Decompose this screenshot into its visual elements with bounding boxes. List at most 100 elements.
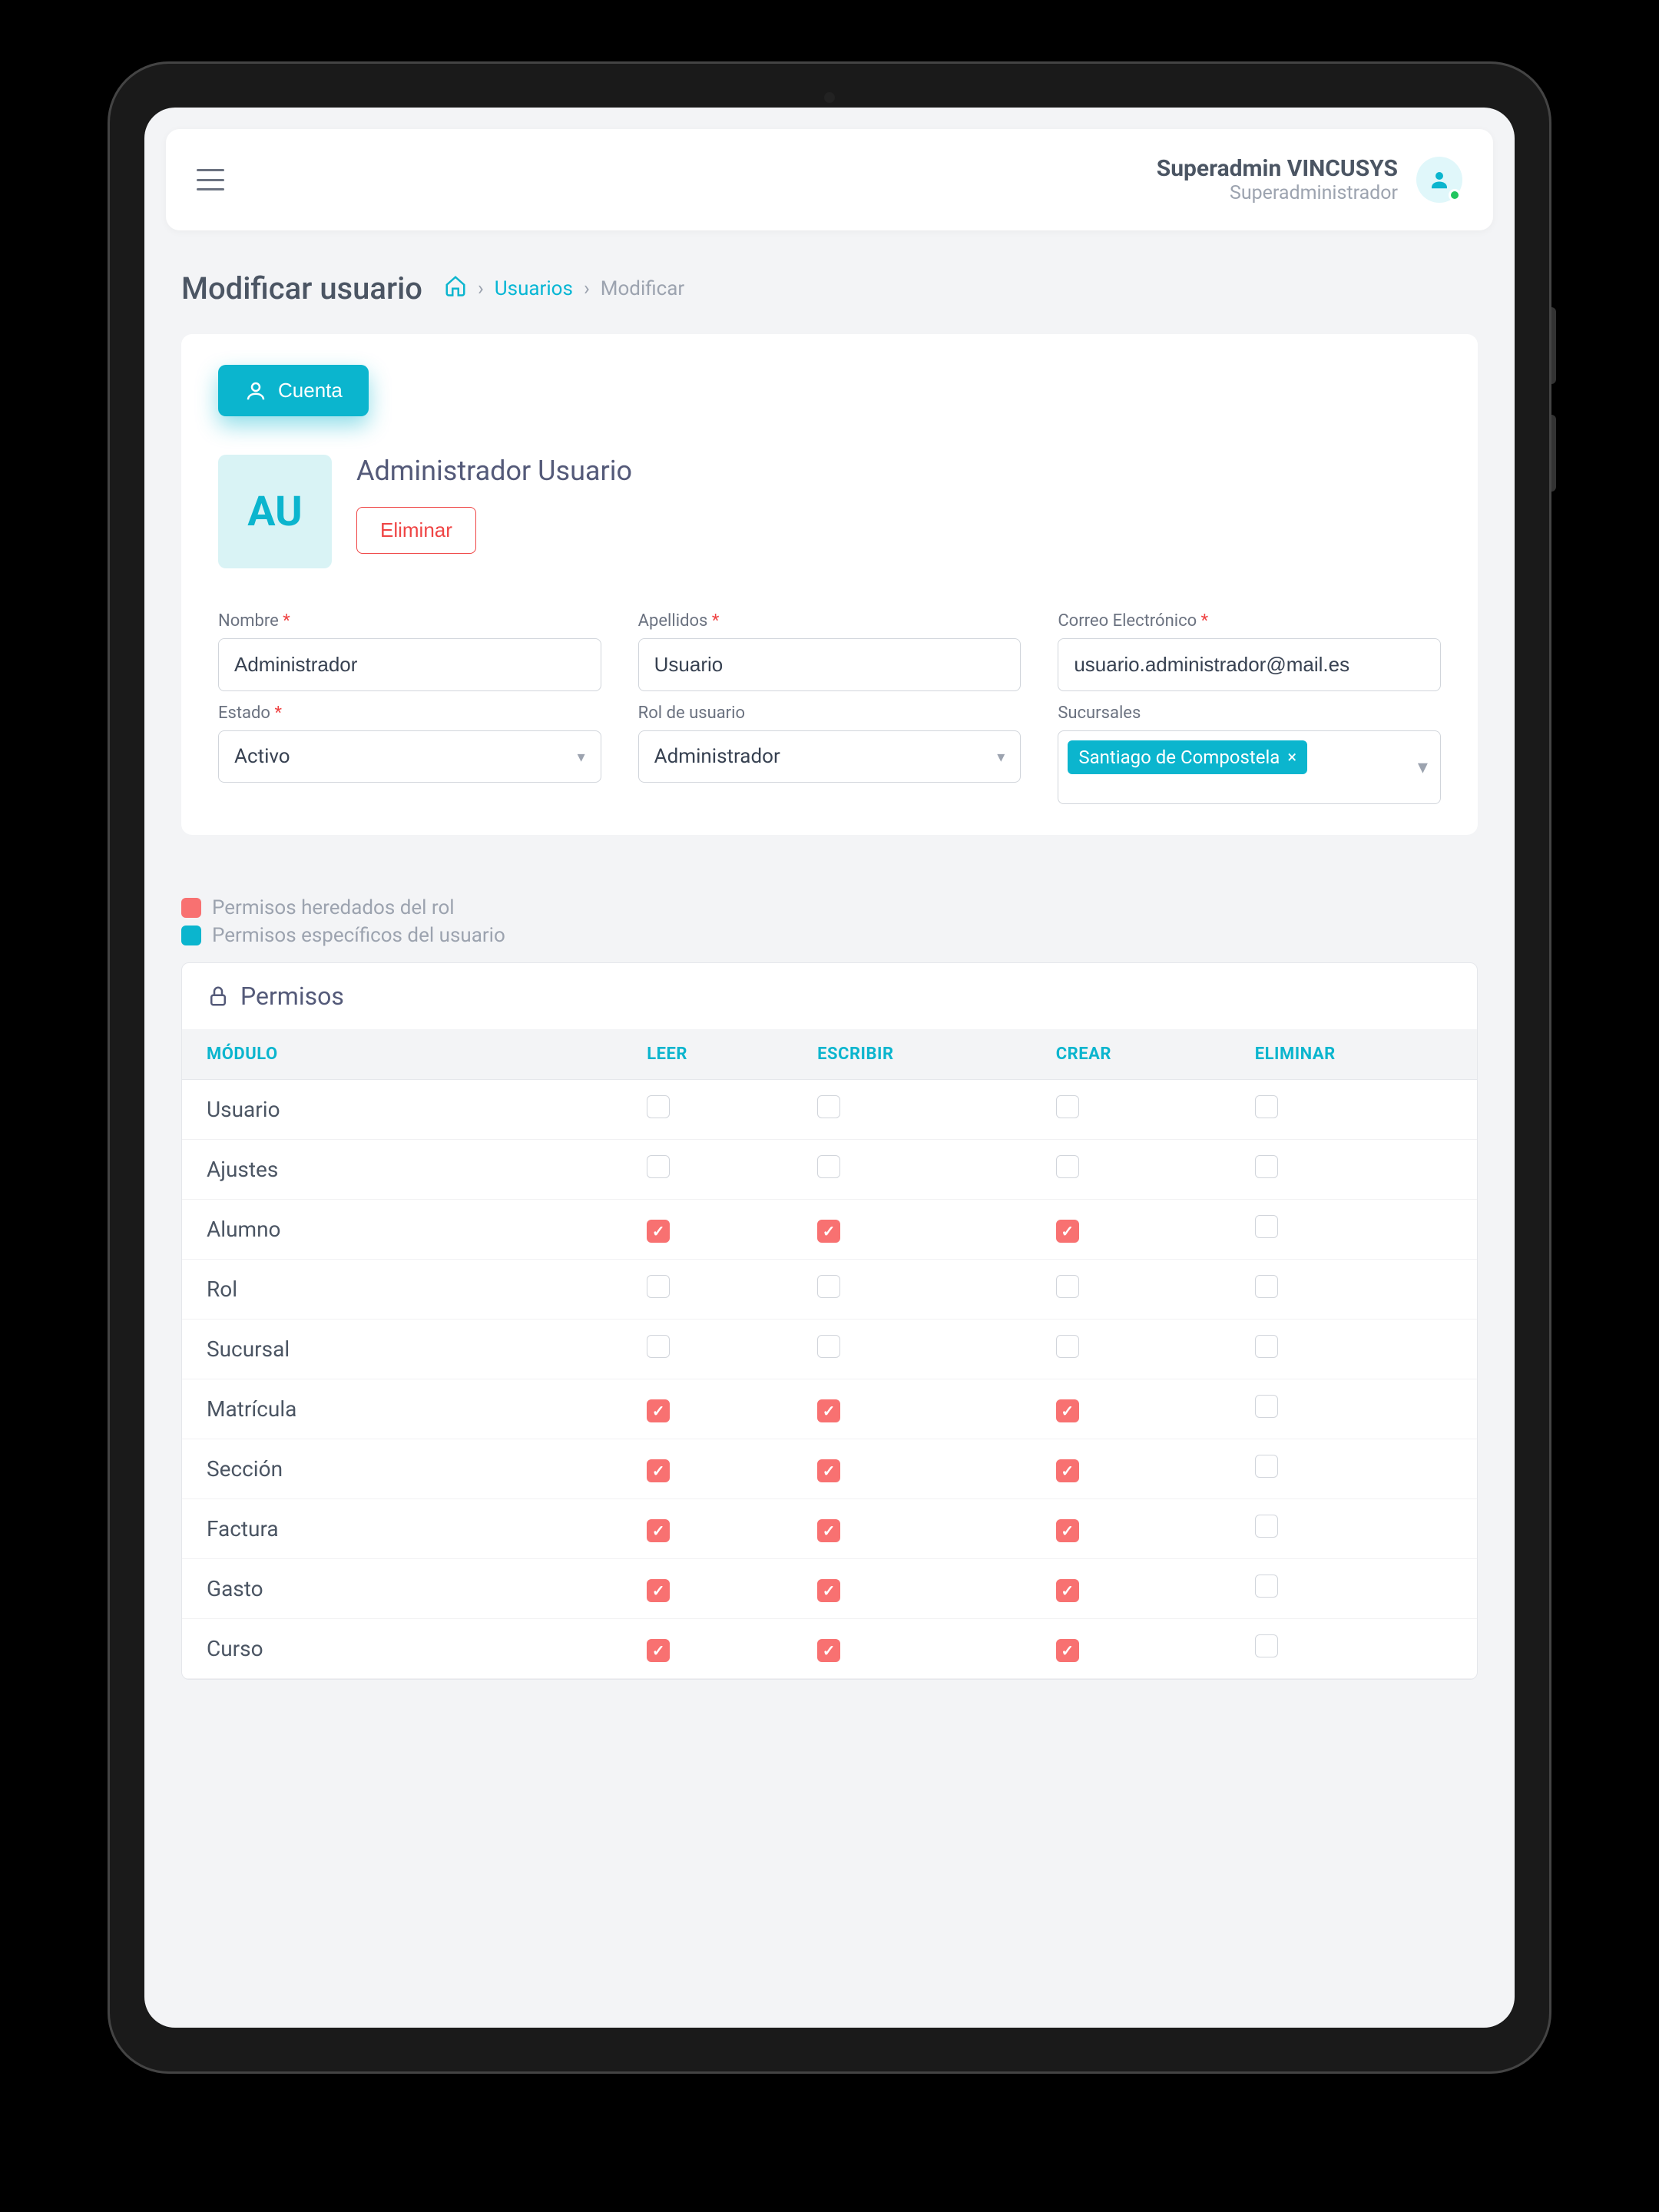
checkbox-crear[interactable] — [1056, 1335, 1079, 1358]
swatch-inherited — [181, 898, 201, 918]
checkbox-leer[interactable] — [647, 1335, 670, 1358]
module-name: Sección — [182, 1439, 622, 1499]
checkbox-crear[interactable] — [1056, 1095, 1079, 1118]
checkbox-crear[interactable] — [1056, 1519, 1079, 1542]
legend-user-label: Permisos específicos del usuario — [212, 924, 505, 947]
checkbox-escribir[interactable] — [817, 1639, 840, 1662]
avatar-initials: AU — [218, 455, 332, 568]
chevron-down-icon: ▾ — [997, 747, 1005, 766]
estado-select[interactable]: Activo ▾ — [218, 730, 601, 783]
home-icon[interactable] — [444, 274, 467, 303]
user-role: Superadministrador — [1157, 182, 1398, 204]
checkbox-escribir[interactable] — [817, 1399, 840, 1422]
table-row: Sucursal — [182, 1320, 1477, 1379]
checkbox-leer[interactable] — [647, 1220, 670, 1243]
chevron-right-icon: › — [478, 277, 484, 300]
checkbox-crear[interactable] — [1056, 1579, 1079, 1602]
col-crear: CREAR — [1031, 1029, 1230, 1080]
legend-inherited-label: Permisos heredados del rol — [212, 896, 455, 919]
table-row: Rol — [182, 1260, 1477, 1320]
tab-cuenta[interactable]: Cuenta — [218, 365, 369, 416]
checkbox-leer[interactable] — [647, 1459, 670, 1482]
avatar[interactable] — [1416, 157, 1462, 203]
col-eliminar: ELIMINAR — [1230, 1029, 1477, 1080]
col-escribir: ESCRIBIR — [793, 1029, 1031, 1080]
account-card: Cuenta AU Administrador Usuario Eliminar… — [181, 334, 1478, 835]
person-icon — [244, 379, 267, 402]
module-name: Factura — [182, 1499, 622, 1559]
estado-label: Estado * — [218, 704, 601, 723]
checkbox-crear[interactable] — [1056, 1399, 1079, 1422]
presence-dot — [1449, 189, 1461, 201]
nombre-field[interactable] — [218, 638, 601, 691]
nombre-label: Nombre * — [218, 611, 601, 631]
checkbox-leer[interactable] — [647, 1399, 670, 1422]
correo-field[interactable] — [1058, 638, 1441, 691]
module-name: Rol — [182, 1260, 622, 1320]
menu-icon[interactable] — [197, 169, 224, 190]
table-row: Ajustes — [182, 1140, 1477, 1200]
checkbox-eliminar[interactable] — [1255, 1335, 1278, 1358]
chevron-right-icon: › — [584, 277, 590, 300]
current-user[interactable]: Superadmin VINCUSYS Superadministrador — [1157, 155, 1462, 204]
checkbox-escribir[interactable] — [817, 1155, 840, 1178]
permissions-title: Permisos — [240, 982, 344, 1011]
display-name: Administrador Usuario — [356, 455, 632, 487]
close-icon[interactable]: × — [1287, 748, 1296, 767]
checkbox-eliminar[interactable] — [1255, 1634, 1278, 1657]
checkbox-escribir[interactable] — [817, 1095, 840, 1118]
checkbox-leer[interactable] — [647, 1519, 670, 1542]
checkbox-eliminar[interactable] — [1255, 1275, 1278, 1298]
tab-label: Cuenta — [278, 379, 343, 402]
checkbox-escribir[interactable] — [817, 1335, 840, 1358]
module-name: Usuario — [182, 1080, 622, 1140]
topbar: Superadmin VINCUSYS Superadministrador — [166, 129, 1493, 230]
table-row: Curso — [182, 1619, 1477, 1679]
checkbox-leer[interactable] — [647, 1155, 670, 1178]
checkbox-escribir[interactable] — [817, 1459, 840, 1482]
module-name: Gasto — [182, 1559, 622, 1619]
checkbox-escribir[interactable] — [817, 1220, 840, 1243]
checkbox-eliminar[interactable] — [1255, 1455, 1278, 1478]
table-row: Usuario — [182, 1080, 1477, 1140]
sucursales-select[interactable]: Santiago de Compostela × ▾ — [1058, 730, 1441, 804]
checkbox-eliminar[interactable] — [1255, 1515, 1278, 1538]
breadcrumb: › Usuarios › Modificar — [444, 274, 684, 303]
page-title: Modificar usuario — [181, 270, 422, 306]
permissions-table: MÓDULO LEER ESCRIBIR CREAR ELIMINAR Usua… — [182, 1029, 1477, 1679]
checkbox-escribir[interactable] — [817, 1275, 840, 1298]
table-row: Gasto — [182, 1559, 1477, 1619]
checkbox-eliminar[interactable] — [1255, 1095, 1278, 1118]
checkbox-leer[interactable] — [647, 1579, 670, 1602]
checkbox-eliminar[interactable] — [1255, 1155, 1278, 1178]
table-row: Factura — [182, 1499, 1477, 1559]
checkbox-crear[interactable] — [1056, 1459, 1079, 1482]
checkbox-leer[interactable] — [647, 1639, 670, 1662]
table-row: Sección — [182, 1439, 1477, 1499]
breadcrumb-current: Modificar — [601, 277, 684, 300]
checkbox-escribir[interactable] — [817, 1579, 840, 1602]
sucursales-label: Sucursales — [1058, 704, 1441, 723]
permissions-card: Permisos MÓDULO LEER ESCRIBIR CREAR ELIM… — [181, 962, 1478, 1680]
apellidos-label: Apellidos * — [638, 611, 1022, 631]
checkbox-leer[interactable] — [647, 1095, 670, 1118]
checkbox-crear[interactable] — [1056, 1220, 1079, 1243]
apellidos-field[interactable] — [638, 638, 1022, 691]
module-name: Curso — [182, 1619, 622, 1679]
checkbox-crear[interactable] — [1056, 1275, 1079, 1298]
checkbox-eliminar[interactable] — [1255, 1215, 1278, 1238]
col-leer: LEER — [622, 1029, 793, 1080]
user-name: Superadmin VINCUSYS — [1157, 155, 1398, 182]
swatch-user — [181, 926, 201, 945]
checkbox-leer[interactable] — [647, 1275, 670, 1298]
checkbox-eliminar[interactable] — [1255, 1395, 1278, 1418]
checkbox-crear[interactable] — [1056, 1639, 1079, 1662]
permission-legend: Permisos heredados del rol Permisos espe… — [181, 896, 1478, 947]
checkbox-crear[interactable] — [1056, 1155, 1079, 1178]
rol-select[interactable]: Administrador ▾ — [638, 730, 1022, 783]
breadcrumb-link-usuarios[interactable]: Usuarios — [495, 277, 573, 300]
delete-button[interactable]: Eliminar — [356, 507, 476, 554]
checkbox-escribir[interactable] — [817, 1519, 840, 1542]
col-modulo: MÓDULO — [182, 1029, 622, 1080]
checkbox-eliminar[interactable] — [1255, 1575, 1278, 1598]
